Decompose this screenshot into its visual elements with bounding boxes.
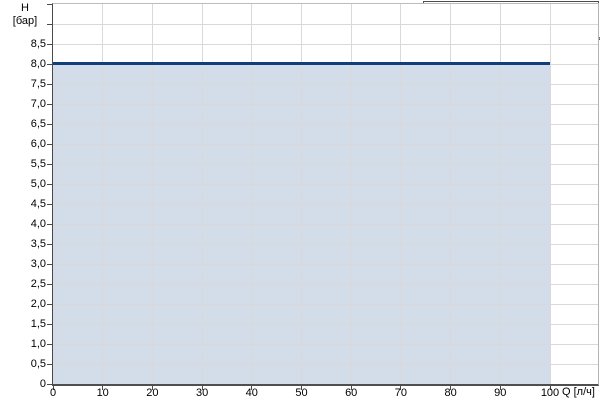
y-axis-symbol: H <box>21 2 29 14</box>
gridline-horizontal <box>53 204 598 205</box>
x-tick-label: 0 <box>49 387 57 399</box>
gridline-horizontal <box>53 324 598 325</box>
gridline-vertical <box>151 4 153 384</box>
y-tick <box>47 64 52 65</box>
gridline-vertical <box>350 4 352 384</box>
gridline-horizontal <box>53 124 598 125</box>
y-tick-label: 4,5 <box>30 198 46 210</box>
y-tick <box>47 44 52 45</box>
y-tick-label: 6,5 <box>30 118 46 130</box>
gridline-vertical <box>450 4 452 384</box>
gridline-horizontal <box>53 264 598 265</box>
y-tick <box>47 364 52 365</box>
y-tick <box>47 104 52 105</box>
y-tick <box>47 84 52 85</box>
y-tick <box>47 204 52 205</box>
gridline-vertical <box>549 4 551 384</box>
gridline-horizontal <box>53 144 598 145</box>
y-tick <box>47 344 52 345</box>
gridline-vertical <box>301 4 302 384</box>
y-tick-label: 2,0 <box>30 298 46 310</box>
x-tick-label: 40 <box>245 387 258 399</box>
x-tick-label: 90 <box>494 387 507 399</box>
gridline-horizontal <box>53 304 598 305</box>
gridline-horizontal <box>53 184 598 185</box>
gridline-vertical <box>201 4 203 384</box>
pump-head-curve <box>53 62 550 65</box>
y-tick <box>47 4 52 5</box>
y-tick-label: 1,0 <box>30 338 46 350</box>
y-tick <box>47 184 52 185</box>
y-tick <box>47 144 52 145</box>
x-tick-label: 60 <box>345 387 358 399</box>
y-tick <box>47 324 52 325</box>
y-tick <box>47 164 52 165</box>
gridline-vertical <box>251 4 253 384</box>
x-tick-label: 50 <box>295 387 308 399</box>
y-tick-label: 3,5 <box>30 238 46 250</box>
y-tick <box>47 24 52 25</box>
y-tick <box>47 304 52 305</box>
gridline-horizontal <box>53 364 598 365</box>
y-tick <box>47 124 52 125</box>
y-tick-label: 7,0 <box>30 98 46 110</box>
y-tick-label: 0,5 <box>30 358 46 370</box>
y-tick-label: 6,0 <box>30 138 46 150</box>
y-tick <box>47 384 52 385</box>
y-tick-label: 3,0 <box>30 258 46 270</box>
gridline-horizontal <box>53 244 598 245</box>
x-tick-label: 100 <box>540 387 560 399</box>
gridline-horizontal <box>53 284 598 285</box>
y-tick <box>47 264 52 265</box>
gridline-horizontal <box>53 84 598 85</box>
gridline-horizontal <box>53 44 598 45</box>
y-axis-unit: [бар] <box>12 15 38 27</box>
y-tick-label: 5,5 <box>30 158 46 170</box>
gridline-vertical <box>499 4 501 384</box>
y-tick <box>47 244 52 245</box>
gridline-vertical <box>400 4 402 384</box>
x-tick-label: 10 <box>96 387 109 399</box>
y-tick-label: 4,0 <box>30 218 46 230</box>
y-tick <box>47 284 52 285</box>
gridline-horizontal <box>53 104 598 105</box>
gridline-horizontal <box>53 224 598 225</box>
gridline-horizontal <box>53 164 598 165</box>
gridline-horizontal <box>53 344 598 345</box>
x-tick-label: 80 <box>444 387 457 399</box>
y-tick-label: 8,0 <box>30 58 46 70</box>
x-tick-label: 30 <box>195 387 209 399</box>
x-tick-label: 70 <box>394 387 408 399</box>
y-tick <box>47 224 52 225</box>
y-tick-label: 2,5 <box>30 278 46 290</box>
y-tick-label: 1,5 <box>30 318 46 330</box>
gridline-horizontal <box>53 24 598 25</box>
gridline-vertical <box>102 4 104 384</box>
plot-area <box>52 3 599 386</box>
x-tick-label: 20 <box>146 387 159 399</box>
y-axis-title: H [бар] <box>0 2 50 28</box>
y-tick-label: 7,5 <box>30 78 46 90</box>
y-tick-label: 8,5 <box>30 38 46 50</box>
y-tick-label: 5,0 <box>30 178 46 190</box>
